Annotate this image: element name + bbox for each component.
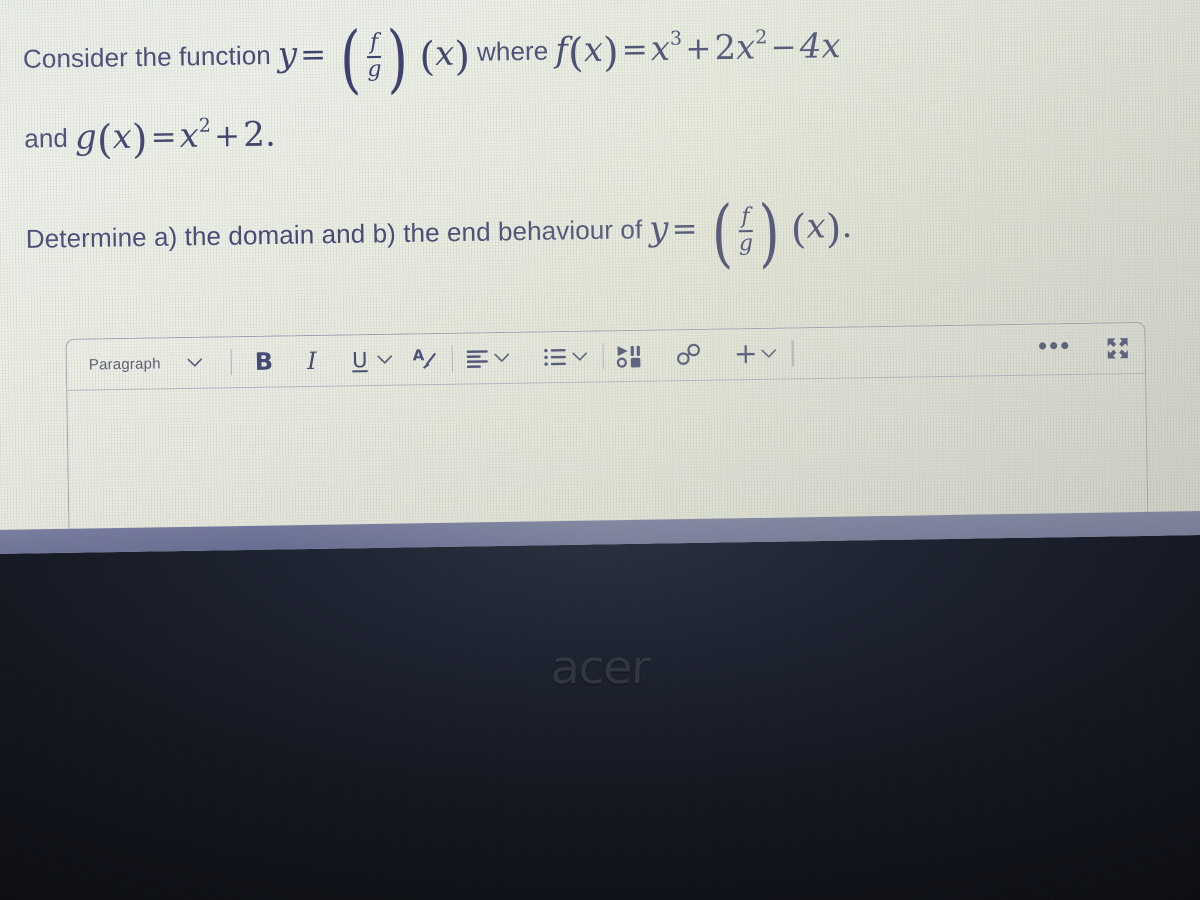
italic-button[interactable]: I — [292, 343, 333, 380]
link-icon[interactable] — [674, 337, 705, 373]
svg-text:A: A — [413, 346, 425, 364]
line3-period: . — [841, 205, 853, 247]
media-icon[interactable] — [616, 338, 645, 374]
acer-brand-logo: acer — [549, 640, 651, 694]
line3-of-x-close-paren: ) — [825, 206, 842, 253]
underline-chevron-down-icon[interactable] — [374, 342, 397, 378]
line1-term3: 4x — [799, 26, 842, 67]
more-options-icon[interactable]: ••• — [1034, 327, 1075, 372]
question-line-2: and g(x)=x2+2. — [24, 114, 276, 166]
line1-equals: = — [299, 37, 327, 74]
line3-fraction-f-over-g: fg — [736, 204, 755, 257]
line2-g-close-paren: ) — [131, 116, 148, 163]
insert-chevron-down-icon[interactable] — [758, 336, 781, 372]
line1-fraction-denominator: g — [367, 57, 382, 83]
line3-equals: = — [671, 211, 698, 248]
question-line1-where: where — [476, 35, 549, 67]
line3-variable-y: y — [648, 208, 669, 250]
fullscreen-icon[interactable] — [1104, 330, 1131, 366]
line1-minus: − — [770, 29, 797, 67]
line1-f-arg-x: x — [583, 29, 604, 71]
question-line-3: Determine a) the domain and b) the end b… — [25, 190, 853, 277]
line3-of-x-variable: x — [806, 206, 827, 247]
line1-fraction-f-over-g: fg — [365, 29, 384, 83]
paragraph-style-value: Paragraph — [88, 354, 161, 373]
line1-f-name: f — [555, 30, 569, 71]
text-color-icon[interactable]: A — [410, 341, 441, 377]
line2-plus: + — [213, 118, 241, 155]
question-line3-prefix: Determine a) the domain and b) the end b… — [25, 214, 643, 254]
line2-term2: 2 — [242, 114, 266, 156]
line1-term2-exponent: 2 — [755, 26, 768, 49]
question-line2-prefix: and — [24, 122, 69, 154]
bulleted-list-icon[interactable] — [543, 339, 570, 375]
line1-plus: + — [685, 31, 712, 68]
underline-button[interactable]: U — [346, 342, 375, 378]
line1-f-close-paren: ) — [602, 29, 620, 76]
bold-button[interactable]: B — [244, 343, 285, 380]
line1-term1-base: x — [650, 28, 671, 70]
plus-icon[interactable] — [734, 336, 759, 372]
line1-variable-y: y — [277, 34, 298, 75]
laptop-screen: Consider the function y=(f g) (x) where f(x)=… — [0, 0, 1200, 554]
line1-term1-exponent: 3 — [669, 27, 683, 50]
paragraph-style-select[interactable]: Paragraph — [81, 344, 219, 382]
line2-period: . — [264, 114, 277, 155]
line1-term2-coefficient: 2 — [714, 27, 737, 69]
toolbar-divider — [791, 340, 794, 367]
line3-fraction-numerator: f — [741, 204, 750, 230]
laptop-bezel — [0, 520, 1200, 900]
question-line-1: Consider the function y=(f g) (x) where f(x)=… — [22, 16, 842, 103]
bezel-texture — [0, 520, 1200, 900]
line2-g-name: g — [74, 117, 98, 158]
line3-of-x-open-paren: ( — [790, 206, 807, 253]
line3-fraction-denominator: g — [738, 231, 754, 257]
line1-fraction-numerator: f — [369, 29, 379, 56]
line2-term1-exponent: 2 — [198, 114, 212, 137]
line1-of-x: (x) — [419, 33, 471, 81]
line1-f-equals: = — [621, 32, 649, 69]
align-left-icon[interactable] — [465, 340, 492, 376]
list-chevron-down-icon[interactable] — [569, 339, 592, 375]
toolbar-divider — [230, 349, 233, 376]
line2-equals: = — [150, 119, 177, 156]
toolbar-divider — [602, 343, 605, 370]
line2-g-open-paren: ( — [96, 117, 113, 164]
line2-term1-base: x — [179, 115, 200, 157]
line1-f-open-paren: ( — [567, 30, 585, 77]
align-chevron-down-icon[interactable] — [491, 340, 514, 376]
line1-term2-base: x — [735, 27, 756, 68]
toolbar-divider — [451, 345, 454, 372]
chevron-down-icon — [187, 358, 209, 368]
screenshot-stage: acer Consider the function y=(f g) (x) where… — [0, 0, 1200, 900]
question-line1-prefix: Consider the function — [22, 40, 272, 74]
line2-g-arg-x: x — [112, 116, 133, 158]
document-page: Consider the function y=(f g) (x) where f(x)=… — [12, 0, 1192, 554]
